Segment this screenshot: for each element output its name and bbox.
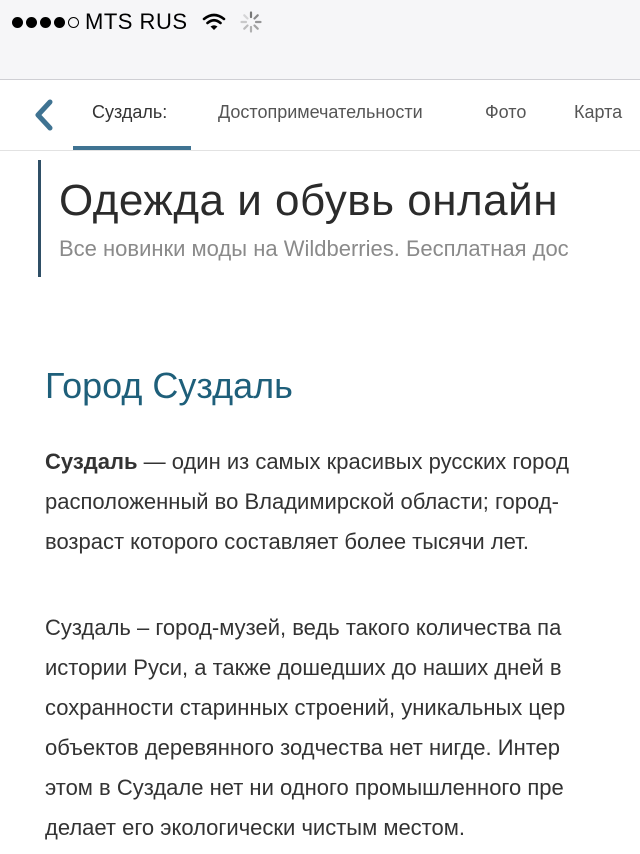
tab-photo[interactable]: Фото [485, 102, 526, 123]
paragraph-line: делает его экологически чистым местом. [45, 815, 465, 840]
carrier-name: MTS RUS [85, 9, 188, 34]
back-chevron-icon[interactable] [30, 98, 56, 132]
ad-title[interactable]: Одежда и обувь онлайн [59, 176, 558, 226]
status-bar: MTS RUS [0, 0, 640, 80]
paragraph-line: расположенный во Владимирской области; г… [45, 489, 559, 514]
ad-subtitle: Все новинки моды на Wildberries. Бесплат… [59, 236, 569, 261]
article-heading: Город Суздаль [45, 365, 293, 406]
paragraph-line: сохранности старинных строений, уникальн… [45, 695, 566, 720]
article-paragraph-1: Суздаль — один из самых красивых русских… [45, 442, 640, 562]
paragraph-line: Суздаль – город-музей, ведь такого колич… [45, 615, 562, 640]
wifi-icon [202, 13, 225, 30]
tab-suzdal[interactable]: Суздаль: [92, 102, 167, 123]
paragraph-line: истории Руси, а также дошедших до наших … [45, 655, 562, 680]
paragraph-line: этом в Суздале нет ни одного промышленно… [45, 775, 564, 800]
ad-banner[interactable]: Одежда и обувь онлайн Все новинки моды н… [38, 160, 640, 277]
paragraph-line: объектов деревянного зодчества нет нигде… [45, 735, 561, 760]
active-tab-indicator [73, 146, 191, 150]
bold-term: Суздаль [45, 449, 138, 474]
tab-sights[interactable]: Достопримечательности [218, 102, 423, 123]
signal-strength-icon [12, 16, 79, 28]
tab-navigation: Суздаль: Достопримечательности Фото Карт… [0, 80, 640, 151]
activity-spinner-icon [239, 11, 262, 33]
paragraph-line: Суздаль — один из самых красивых русских… [45, 449, 569, 474]
tab-map[interactable]: Карта [574, 102, 622, 123]
article-paragraph-2: Суздаль – город-музей, ведь такого колич… [45, 608, 640, 848]
paragraph-line: возраст которого составляет более тысячи… [45, 529, 529, 554]
